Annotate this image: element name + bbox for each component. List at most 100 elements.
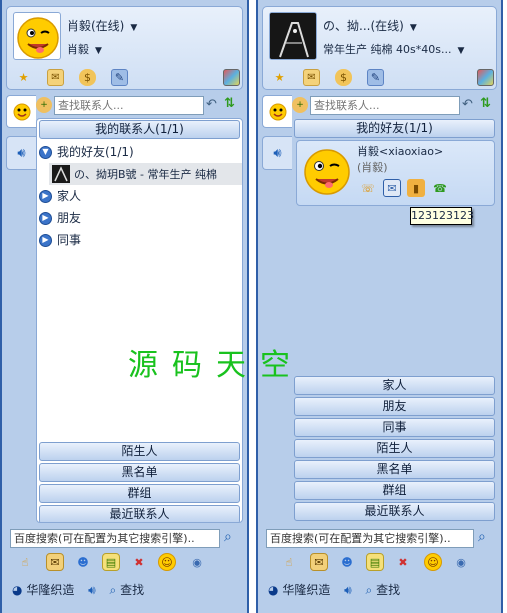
side-tabs: 🔊︎: [262, 95, 292, 525]
block-icon[interactable]: ✖: [394, 553, 412, 571]
speaker-icon[interactable]: 🔊︎: [344, 583, 352, 597]
contact-search-row: + ↶ ⇅: [266, 95, 495, 117]
brand-button[interactable]: 华隆织造: [282, 583, 330, 597]
friends-header[interactable]: 我的好友(1/1): [294, 119, 495, 138]
file-icon[interactable]: ▤: [366, 553, 384, 571]
chat-icon[interactable]: ✉: [310, 553, 328, 571]
user-avatar[interactable]: [13, 12, 61, 60]
users-icon[interactable]: ☻: [338, 553, 356, 571]
group-colleagues[interactable]: ▶ 同事: [39, 230, 81, 250]
mail-icon[interactable]: ✉: [47, 69, 64, 86]
profile-toolbar: ★ ✉ $ ✎: [15, 69, 240, 87]
mail-icon[interactable]: ✉: [383, 179, 401, 197]
skin-icon[interactable]: [223, 69, 240, 86]
add-contact-icon[interactable]: +: [36, 97, 52, 113]
file-icon[interactable]: ▤: [102, 553, 120, 571]
user-name[interactable]: の、拗...(在线) ▼: [323, 17, 417, 34]
left-window: 肖毅(在线)▼ 肖毅▼ ★ ✉ $ ✎ 🔊︎ + ↶ ⇅ 我的联系人(1/1): [0, 0, 249, 613]
profile-area: 肖毅(在线) ▼ 肖毅 ▼ ★ ✉ $ ✎: [6, 6, 243, 90]
smile-icon[interactable]: ☺: [158, 553, 176, 571]
side-tabs: 🔊︎: [6, 95, 36, 525]
users-icon[interactable]: ☻: [74, 553, 92, 571]
phone-icon[interactable]: ☎: [431, 179, 449, 197]
expand-right-icon: ▶: [39, 233, 52, 247]
block-icon[interactable]: ✖: [130, 553, 148, 571]
group-strangers[interactable]: 陌生人: [294, 439, 495, 458]
refresh-icon[interactable]: ↶: [462, 97, 473, 112]
webcam-icon[interactable]: ◉: [188, 553, 206, 571]
profile-toolbar: ★ ✉ $ ✎: [271, 69, 494, 87]
tab-voice[interactable]: 🔊︎: [6, 136, 36, 170]
refresh-icon[interactable]: ↶: [206, 97, 217, 112]
find-button[interactable]: 查找: [120, 583, 144, 597]
smiley-avatar-icon: [304, 149, 350, 195]
signature-dropdown-icon[interactable]: ▼: [457, 46, 464, 56]
star-icon[interactable]: ★: [271, 69, 288, 86]
expand-right-icon: ▶: [39, 189, 52, 203]
smile-icon[interactable]: ☺: [424, 553, 442, 571]
friend-card[interactable]: 肖毅<xiaoxiao> (肖毅) ☏ ✉ ▮ ☎: [296, 140, 495, 206]
speaker-icon: 🔊︎: [273, 145, 282, 161]
user-signature[interactable]: 常年生产 纯棉 40s*40s... ▼: [323, 41, 464, 57]
group-recent[interactable]: 最近联系人: [294, 502, 495, 521]
settings-icon[interactable]: ✎: [367, 69, 384, 86]
group-friends[interactable]: ▶ 朋友: [39, 208, 81, 228]
mail-icon[interactable]: ✉: [303, 69, 320, 86]
status-dropdown-icon[interactable]: ▼: [410, 23, 417, 33]
group-my-friends[interactable]: ▼ 我的好友(1/1): [39, 142, 134, 162]
group-blacklist[interactable]: 黑名单: [294, 460, 495, 479]
search-icon[interactable]: ⌕: [224, 529, 232, 545]
expand-right-icon: ▶: [39, 211, 52, 225]
chat-icon[interactable]: ✉: [46, 553, 64, 571]
sort-icon[interactable]: ⇅: [224, 96, 235, 111]
group-recent[interactable]: 最近联系人: [39, 505, 240, 522]
user-avatar[interactable]: [269, 12, 317, 60]
expand-down-icon: ▼: [39, 145, 52, 159]
hand-icon[interactable]: ☝: [280, 553, 298, 571]
group-friends[interactable]: 朋友: [294, 397, 495, 416]
qq-penguin-icon[interactable]: ◕: [12, 583, 22, 597]
contact-search-input[interactable]: [54, 96, 204, 115]
group-groups[interactable]: 群组: [39, 484, 240, 503]
group-family[interactable]: 家人: [294, 376, 495, 395]
money-icon[interactable]: $: [335, 69, 352, 86]
chat-bubble-icon[interactable]: ☏: [359, 179, 377, 197]
signature-dropdown-icon[interactable]: ▼: [95, 46, 102, 56]
group-blacklist[interactable]: 黑名单: [39, 463, 240, 482]
status-dropdown-icon[interactable]: ▼: [130, 23, 137, 33]
search-icon[interactable]: ⌕: [110, 583, 117, 597]
baidu-search-input[interactable]: 百度搜索(可在配置为其它搜索引擎)..: [10, 529, 220, 548]
add-contact-icon[interactable]: +: [292, 97, 308, 113]
search-icon[interactable]: ⌕: [478, 529, 486, 545]
footer: ◕ 华隆织造 🔊︎ ⌕ 查找: [268, 581, 400, 601]
mobile-icon[interactable]: ▮: [407, 179, 425, 197]
contact-list: 我的好友(1/1) 肖毅<xiaoxiao> (肖毅) ☏ ✉ ▮ ☎ 家人 朋…: [292, 118, 497, 523]
find-button[interactable]: 查找: [376, 583, 400, 597]
photo-avatar-icon: [52, 165, 70, 183]
friend-avatar: [52, 165, 70, 183]
tab-voice[interactable]: 🔊︎: [262, 136, 292, 170]
contacts-header[interactable]: 我的联系人(1/1): [39, 120, 240, 139]
baidu-search-input[interactable]: 百度搜索(可在配置为其它搜索引擎)..: [266, 529, 474, 548]
qq-penguin-icon[interactable]: ◕: [268, 583, 278, 597]
brand-button[interactable]: 华隆织造: [26, 583, 74, 597]
group-groups[interactable]: 群组: [294, 481, 495, 500]
contact-search-input[interactable]: [310, 96, 460, 115]
star-icon[interactable]: ★: [15, 69, 32, 86]
hand-icon[interactable]: ☝: [16, 553, 34, 571]
right-window: の、拗...(在线) ▼ 常年生产 纯棉 40s*40s... ▼ ★ ✉ $ ✎ …: [256, 0, 503, 613]
skin-icon[interactable]: [477, 69, 494, 86]
group-strangers[interactable]: 陌生人: [39, 442, 240, 461]
friend-entry[interactable]: の、拗玥B號 - 常年生产 纯棉: [49, 163, 242, 185]
user-signature[interactable]: 肖毅 ▼: [67, 41, 102, 57]
group-colleagues[interactable]: 同事: [294, 418, 495, 437]
watermark-text: 源码天空: [128, 348, 304, 383]
group-family[interactable]: ▶ 家人: [39, 186, 81, 206]
money-icon[interactable]: $: [79, 69, 96, 86]
settings-icon[interactable]: ✎: [111, 69, 128, 86]
webcam-icon[interactable]: ◉: [452, 553, 470, 571]
search-icon[interactable]: ⌕: [366, 583, 373, 597]
user-name[interactable]: 肖毅(在线) ▼: [67, 17, 137, 34]
speaker-icon[interactable]: 🔊︎: [88, 583, 96, 597]
sort-icon[interactable]: ⇅: [480, 96, 491, 111]
